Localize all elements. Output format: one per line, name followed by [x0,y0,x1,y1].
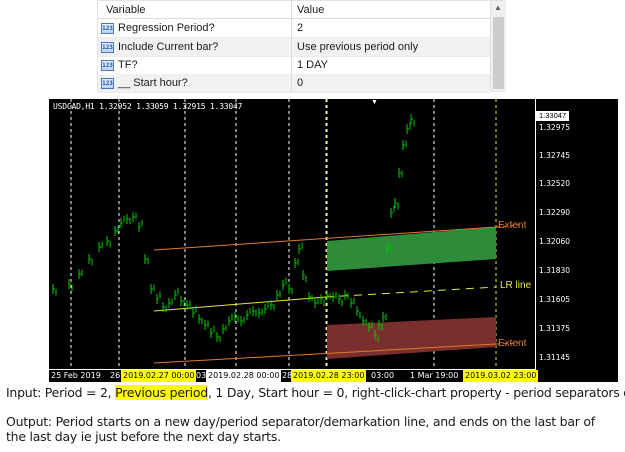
price-axis-label: 1.32975 [539,123,571,132]
lower-extent-label: Extent [498,338,527,349]
lr-line [153,296,327,312]
input-value[interactable]: 0 [297,77,303,89]
price-axis-label: 1.32060 [539,237,571,246]
price-axis-label: 1.32290 [539,208,571,217]
input-name: Regression Period? [118,22,215,34]
scroll-up-icon[interactable]: ▲ [494,4,502,12]
column-divider[interactable] [291,1,292,93]
price-axis-label: 1.32745 [539,151,571,160]
output-caption: Output: Period starts on a new day/perio… [6,414,595,444]
column-header-value[interactable]: Value [297,4,324,16]
crosshair-time-label: 2019.02.28 00:00 [206,370,282,382]
lower-extent-line [153,343,497,364]
upper-extent-label: Extent [498,220,527,231]
price-bars [52,114,415,343]
inputs-table-header: Variable Value [98,1,490,19]
upper-channel-fill [327,227,496,271]
lower-channel-fill [327,317,496,359]
price-chart[interactable]: USDCAD,H1 1.32952 1.33059 1.32915 1.3304… [49,99,618,382]
scrollbar-thumb[interactable] [493,17,504,89]
symbol-info: USDCAD,H1 1.32952 1.33059 1.32915 1.3304… [53,102,243,111]
price-axis-label: 1.31605 [539,295,571,304]
price-axis-label: 1.31145 [539,353,571,362]
integer-type-icon: 123 [101,60,114,71]
input-row-regression-period[interactable]: 123 Regression Period? 2 [98,19,490,38]
scroll-marker-icon[interactable]: ▼ [371,99,378,106]
input-value[interactable]: 1 DAY [297,59,328,71]
input-value[interactable]: Use previous period only [297,41,418,53]
price-axis-label: 1.31375 [539,324,571,333]
period-time-label: 2019.02.28 23:00 [291,370,367,382]
period-time-label: 2019.03.02 23:00 [463,370,539,382]
current-price-tag: 1.33047 [536,111,569,121]
integer-type-icon: 123 [101,23,114,34]
lr-line-label: LR line [500,280,532,291]
time-axis-label: 03:00 [371,371,395,380]
caption-highlight: Previous period [115,385,208,400]
inputs-table: Variable Value 123 Regression Period? 2 … [97,0,506,93]
price-axis-label: 1.32520 [539,179,571,188]
caption-input-suffix: , 1 Day, Start hour = 0, right-click-cha… [207,385,625,400]
time-axis-label: 26 [110,371,121,380]
input-row-start-hour[interactable]: 123 __ Start hour? 0 [98,74,490,93]
integer-type-icon: 123 [101,78,114,89]
lr-line-projection [325,286,497,298]
input-name: TF? [118,59,138,71]
price-axis-line [535,99,536,369]
time-axis-label: 03 [196,371,207,380]
input-row-include-current-bar[interactable]: 123 Include Current bar? Use previous pe… [98,38,490,57]
time-axis-label: 25 Feb 2019 [51,371,101,380]
input-name: __ Start hour? [118,77,188,89]
column-header-variable[interactable]: Variable [106,4,146,16]
input-name: Include Current bar? [118,41,219,53]
input-caption: Input: Period = 2, Previous period, 1 Da… [6,385,625,400]
period-time-label: 2019.02.27 00:00 [121,370,197,382]
input-row-tf[interactable]: 123 TF? 1 DAY [98,56,490,75]
caption-input-prefix: Input: Period = 2, [6,385,116,400]
input-value[interactable]: 2 [297,22,303,34]
chart-plot-area[interactable] [49,99,618,382]
price-axis-label: 1.31830 [539,266,571,275]
integer-type-icon: 123 [101,42,114,53]
time-axis-label: 1 Mar 19:00 [410,371,459,380]
vertical-scrollbar[interactable]: ▲ [490,1,506,91]
